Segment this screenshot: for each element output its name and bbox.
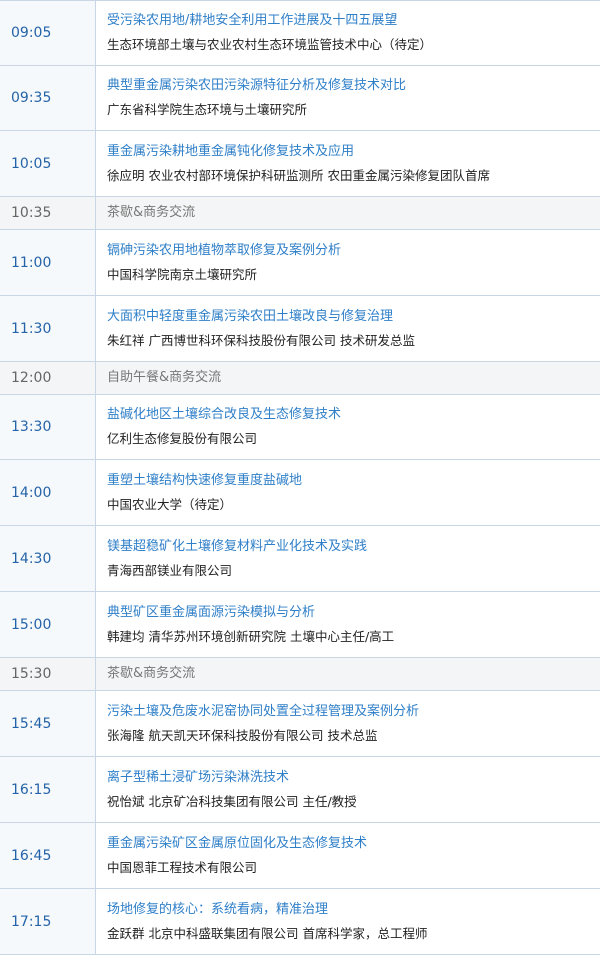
talk-title-link[interactable]: 重金属污染耕地重金属钝化修复技术及应用	[107, 142, 600, 162]
schedule-row: 14:00 重塑土壤结构快速修复重度盐碱地 中国农业大学（待定）	[0, 460, 600, 526]
schedule-row: 16:45 重金属污染矿区金属原位固化及生态修复技术 中国恩菲工程技术有限公司	[0, 823, 600, 889]
talk-speaker: 徐应明 农业农村部环境保护科研监测所 农田重金属污染修复团队首席	[107, 167, 490, 183]
break-row: 12:00 自助午餐&商务交流	[0, 362, 600, 395]
break-details: 自助午餐&商务交流	[96, 362, 600, 394]
schedule-row: 11:30 大面积中轻度重金属污染农田土壤改良与修复治理 朱红祥 广西博世科环保科技…	[0, 296, 600, 362]
talk-title-link[interactable]: 典型矿区重金属面源污染模拟与分析	[107, 603, 600, 623]
talk-speaker: 中国科学院南京土壤研究所	[107, 266, 258, 282]
talk-title-link[interactable]: 重金属污染矿区金属原位固化及生态修复技术	[107, 834, 600, 854]
break-label: 茶歇&商务交流	[107, 666, 196, 681]
break-label: 茶歇&商务交流	[107, 205, 196, 220]
session-time: 17:15	[0, 889, 96, 954]
talk-title-link[interactable]: 离子型稀土浸矿场污染淋洗技术	[107, 768, 600, 788]
break-label: 自助午餐&商务交流	[107, 370, 222, 385]
talk-title-link[interactable]: 盐碱化地区土壤综合改良及生态修复技术	[107, 405, 600, 425]
talk-speaker: 青海西部镁业有限公司	[107, 562, 233, 578]
session-details: 重金属污染矿区金属原位固化及生态修复技术中国恩菲工程技术有限公司	[96, 823, 600, 888]
session-details: 镉砷污染农用地植物萃取修复及案例分析中国科学院南京土壤研究所	[96, 230, 600, 295]
schedule-row: 13:30 盐碱化地区土壤综合改良及生态修复技术 亿利生态修复股份有限公司	[0, 395, 600, 460]
talk-speaker: 祝怡斌 北京矿冶科技集团有限公司 主任/教授	[107, 793, 357, 809]
break-details: 茶歇&商务交流	[96, 197, 600, 229]
session-time: 15:00	[0, 592, 96, 657]
talk-speaker: 韩建均 清华苏州环境创新研究院 土壤中心主任/高工	[107, 628, 395, 644]
talk-title-link[interactable]: 污染土壤及危废水泥窑协同处置全过程管理及案例分析	[107, 702, 600, 722]
session-details: 大面积中轻度重金属污染农田土壤改良与修复治理朱红祥 广西博世科环保科技股份有限公…	[96, 296, 600, 361]
talk-speaker: 中国恩菲工程技术有限公司	[107, 859, 258, 875]
session-time: 13:30	[0, 395, 96, 459]
talk-title-link[interactable]: 镁基超稳矿化土壤修复材料产业化技术及实践	[107, 537, 600, 557]
session-time: 15:45	[0, 691, 96, 756]
session-time: 10:05	[0, 131, 96, 196]
talk-speaker: 朱红祥 广西博世科环保科技股份有限公司 技术研发总监	[107, 332, 415, 348]
talk-speaker: 亿利生态修复股份有限公司	[107, 431, 258, 446]
break-row: 10:35 茶歇&商务交流	[0, 197, 600, 230]
schedule-row: 15:00 典型矿区重金属面源污染模拟与分析 韩建均 清华苏州环境创新研究院 土壤中…	[0, 592, 600, 658]
session-time: 09:35	[0, 66, 96, 130]
session-time: 16:45	[0, 823, 96, 888]
talk-speaker: 金跃群 北京中科盛联集团有限公司 首席科学家，总工程师	[107, 925, 428, 941]
schedule-table: 09:05 受污染农用地/耕地安全利用工作进展及十四五展望 生态环境部土壤与农业农村…	[0, 0, 600, 955]
session-time: 16:15	[0, 757, 96, 822]
break-details: 茶歇&商务交流	[96, 658, 600, 690]
session-time: 09:05	[0, 1, 96, 65]
schedule-row: 17:15 场地修复的核心：系统看病，精准治理 金跃群 北京中科盛联集团有限公司 首…	[0, 889, 600, 955]
break-time: 15:30	[0, 658, 96, 690]
talk-title-link[interactable]: 受污染农用地/耕地安全利用工作进展及十四五展望	[107, 11, 600, 31]
break-row: 15:30 茶歇&商务交流	[0, 658, 600, 691]
session-details: 盐碱化地区土壤综合改良及生态修复技术亿利生态修复股份有限公司	[96, 395, 600, 459]
session-details: 重塑土壤结构快速修复重度盐碱地中国农业大学（待定）	[96, 460, 600, 525]
session-time: 11:00	[0, 230, 96, 295]
talk-title-link[interactable]: 场地修复的核心：系统看病，精准治理	[107, 900, 600, 920]
schedule-row: 10:05 重金属污染耕地重金属钝化修复技术及应用 徐应明 农业农村部环境保护科研监…	[0, 131, 600, 197]
talk-title-link[interactable]: 典型重金属污染农田污染源特征分析及修复技术对比	[107, 76, 600, 96]
session-time: 14:30	[0, 526, 96, 591]
session-time: 11:30	[0, 296, 96, 361]
schedule-row: 14:30 镁基超稳矿化土壤修复材料产业化技术及实践 青海西部镁业有限公司	[0, 526, 600, 592]
talk-speaker: 中国农业大学（待定）	[107, 496, 233, 512]
schedule-row: 16:15 离子型稀土浸矿场污染淋洗技术 祝怡斌 北京矿冶科技集团有限公司 主任/教…	[0, 757, 600, 823]
schedule-row: 09:35 典型重金属污染农田污染源特征分析及修复技术对比 广东省科学院生态环境与土…	[0, 66, 600, 131]
talk-speaker: 广东省科学院生态环境与土壤研究所	[107, 102, 308, 117]
session-details: 重金属污染耕地重金属钝化修复技术及应用徐应明 农业农村部环境保护科研监测所 农田…	[96, 131, 600, 196]
session-details: 典型重金属污染农田污染源特征分析及修复技术对比广东省科学院生态环境与土壤研究所	[96, 66, 600, 130]
session-details: 受污染农用地/耕地安全利用工作进展及十四五展望生态环境部土壤与农业农村生态环境监…	[96, 1, 600, 65]
talk-speaker: 张海隆 航天凯天环保科技股份有限公司 技术总监	[107, 727, 378, 743]
break-time: 10:35	[0, 197, 96, 229]
break-time: 12:00	[0, 362, 96, 394]
session-details: 离子型稀土浸矿场污染淋洗技术祝怡斌 北京矿冶科技集团有限公司 主任/教授	[96, 757, 600, 822]
talk-title-link[interactable]: 重塑土壤结构快速修复重度盐碱地	[107, 471, 600, 491]
session-details: 镁基超稳矿化土壤修复材料产业化技术及实践青海西部镁业有限公司	[96, 526, 600, 591]
talk-title-link[interactable]: 镉砷污染农用地植物萃取修复及案例分析	[107, 241, 600, 261]
session-details: 污染土壤及危废水泥窑协同处置全过程管理及案例分析张海隆 航天凯天环保科技股份有限…	[96, 691, 600, 756]
session-details: 场地修复的核心：系统看病，精准治理金跃群 北京中科盛联集团有限公司 首席科学家，…	[96, 889, 600, 954]
schedule-row: 15:45 污染土壤及危废水泥窑协同处置全过程管理及案例分析 张海隆 航天凯天环保科…	[0, 691, 600, 757]
talk-speaker: 生态环境部土壤与农业农村生态环境监管技术中心（待定）	[107, 37, 433, 52]
schedule-row: 11:00 镉砷污染农用地植物萃取修复及案例分析 中国科学院南京土壤研究所	[0, 230, 600, 296]
schedule-row: 09:05 受污染农用地/耕地安全利用工作进展及十四五展望 生态环境部土壤与农业农村…	[0, 1, 600, 66]
talk-title-link[interactable]: 大面积中轻度重金属污染农田土壤改良与修复治理	[107, 307, 600, 327]
session-time: 14:00	[0, 460, 96, 525]
session-details: 典型矿区重金属面源污染模拟与分析韩建均 清华苏州环境创新研究院 土壤中心主任/高…	[96, 592, 600, 657]
